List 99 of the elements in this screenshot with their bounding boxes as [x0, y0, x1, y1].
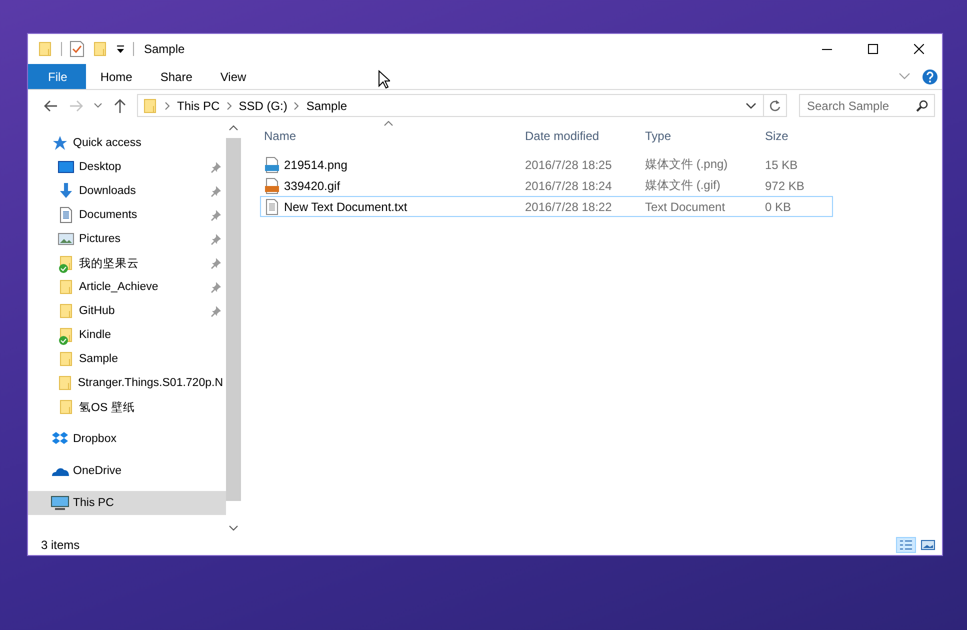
mouse-pointer-icon — [378, 70, 390, 89]
nav-label: Quick access — [73, 137, 142, 149]
column-header[interactable]: Type — [642, 129, 762, 143]
nav-label: Documents — [79, 209, 138, 221]
nav-item[interactable]: Documents — [28, 203, 226, 227]
chevron-icon — [226, 102, 232, 110]
nav-label: Article_Achieve — [79, 281, 160, 293]
image-file-icon — [264, 178, 280, 194]
breadcrumb[interactable]: Sample — [306, 98, 348, 112]
date-modified: 2016/7/28 18:24 — [524, 178, 613, 192]
file-row[interactable]: New Text Document.txt 2016/7/28 18:22 Text Document 0 KB — [260, 196, 833, 217]
nav-item[interactable]: 我的坚果云 — [28, 251, 226, 275]
nav-item[interactable]: Downloads — [28, 179, 226, 203]
file-type: 媒体文件 (.gif) — [644, 177, 722, 194]
star-icon — [51, 135, 69, 151]
nav-label: OneDrive — [73, 465, 123, 477]
file-menu-tab[interactable]: File — [28, 64, 86, 89]
desktop-icon — [57, 159, 75, 175]
pin-icon[interactable] — [209, 186, 223, 196]
nav-item[interactable]: Stranger.Things.S01.720p.N — [28, 371, 226, 395]
pin-icon[interactable] — [209, 234, 223, 244]
folder-icon — [57, 303, 75, 319]
address-bar[interactable]: This PC SSD (G:) Sample — [137, 94, 787, 117]
image-file-icon — [264, 156, 280, 172]
nav-label: 我的坚果云 — [79, 256, 140, 270]
column-header[interactable]: Size — [762, 129, 832, 143]
nav-item[interactable]: Dropbox — [28, 427, 226, 451]
refresh-icon — [769, 99, 781, 112]
folder-icon — [57, 351, 75, 367]
ribbon-tab[interactable]: Share — [146, 64, 206, 89]
chevron-icon — [294, 102, 300, 110]
nav-item[interactable]: This PC — [28, 491, 226, 515]
ribbon-tab[interactable]: Home — [86, 64, 146, 89]
pin-icon[interactable] — [209, 258, 223, 268]
file-name: 219514.png — [284, 158, 348, 172]
chevron-icon — [165, 102, 170, 110]
file-name: New Text Document.txt — [284, 200, 408, 214]
date-modified: 2016/7/28 18:22 — [524, 200, 613, 214]
document-icon — [57, 207, 75, 223]
file-size: 972 KB — [764, 178, 806, 192]
ribbon-tab[interactable]: View — [206, 64, 260, 89]
list-icon — [899, 539, 913, 551]
close-icon — [914, 44, 924, 54]
file-row[interactable]: 219514.png 2016/7/28 18:25 媒体文件 (.png) 15 KB — [260, 154, 833, 175]
pin-icon[interactable] — [209, 306, 223, 316]
new-folder-icon[interactable] — [92, 41, 108, 57]
large-icons-view-button[interactable] — [918, 537, 938, 553]
nav-item[interactable]: Quick access — [28, 131, 226, 155]
nav-item[interactable]: Article_Achieve — [28, 275, 226, 299]
nav-label: 氢OS 壁纸 — [79, 400, 136, 414]
nav-item[interactable]: Sample — [28, 347, 226, 371]
pin-icon[interactable] — [209, 282, 223, 292]
download-arrow-icon — [57, 183, 75, 199]
file-type: 媒体文件 (.png) — [644, 156, 729, 173]
pin-icon[interactable] — [209, 162, 223, 172]
column-header[interactable]: Date modified — [522, 129, 642, 143]
date-modified: 2016/7/28 18:25 — [524, 158, 613, 172]
file-name: 339420.gif — [284, 178, 340, 192]
properties-icon[interactable] — [70, 41, 84, 57]
folder-icon — [57, 399, 75, 415]
nav-label: Pictures — [79, 233, 122, 245]
breadcrumb[interactable]: This PC — [177, 98, 220, 112]
nav-item[interactable]: Pictures — [28, 227, 226, 251]
nav-item[interactable]: Kindle — [28, 323, 226, 347]
file-row[interactable]: 339420.gif 2016/7/28 18:24 媒体文件 (.gif) 972 KB — [260, 175, 833, 196]
breadcrumb[interactable]: SSD (G:) — [238, 98, 288, 112]
customize-toolbar-icon[interactable] — [116, 44, 125, 54]
text-file-icon — [264, 198, 280, 214]
file-size: 0 KB — [764, 200, 792, 214]
window-title: Sample — [144, 42, 186, 56]
nav-label: Dropbox — [73, 433, 118, 445]
details-view-button[interactable] — [896, 537, 916, 553]
picture-icon — [57, 231, 75, 247]
computer-icon — [51, 495, 69, 511]
file-type: Text Document — [644, 200, 726, 214]
nav-label: Downloads — [79, 185, 137, 197]
file-size: 15 KB — [764, 158, 799, 172]
dropbox-icon — [51, 431, 69, 447]
nav-label: Stranger.Things.S01.720p.N — [78, 377, 223, 389]
nav-label: This PC — [73, 497, 115, 509]
item-count: 3 items — [41, 538, 81, 552]
nav-label: Desktop — [79, 161, 122, 173]
maximize-icon — [868, 44, 878, 54]
nav-label: Kindle — [79, 329, 112, 341]
folder-icon — [57, 375, 74, 391]
picture-icon — [921, 539, 935, 551]
nav-label: Sample — [79, 353, 119, 365]
search-icon — [916, 100, 928, 112]
pin-icon[interactable] — [209, 210, 223, 220]
nav-item[interactable]: Desktop — [28, 155, 226, 179]
search-field[interactable]: Search Sample — [799, 94, 935, 117]
nav-item[interactable]: GitHub — [28, 299, 226, 323]
nav-item[interactable]: 氢OS 壁纸 — [28, 395, 226, 419]
folder-icon — [142, 98, 158, 114]
folder-icon — [57, 279, 75, 295]
nav-item[interactable]: OneDrive — [28, 459, 226, 483]
nav-label: GitHub — [79, 305, 116, 317]
folder-icon — [37, 41, 53, 57]
column-header[interactable]: Name — [261, 129, 522, 143]
